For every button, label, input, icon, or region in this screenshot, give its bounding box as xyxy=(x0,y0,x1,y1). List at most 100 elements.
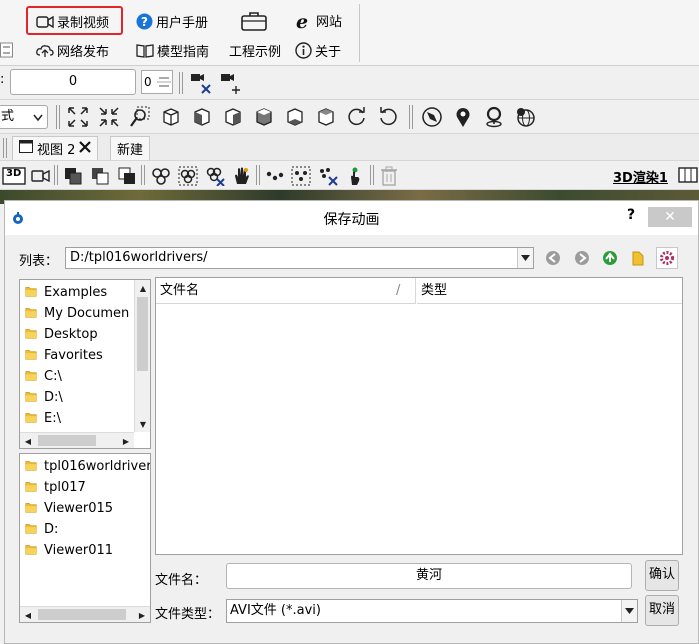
up-folder-icon[interactable] xyxy=(599,247,621,269)
list-item[interactable]: Examples xyxy=(24,282,107,303)
list-item-label: My Documen xyxy=(44,306,130,321)
node-group-icon[interactable] xyxy=(150,165,172,187)
scroll-left-icon[interactable]: ◀ xyxy=(20,607,36,622)
record-video-button[interactable]: 录制视频 xyxy=(36,12,109,31)
back-arrow-icon[interactable] xyxy=(542,247,564,269)
filetype-select[interactable]: AVI文件 (*.avi) xyxy=(226,599,638,623)
cube-side-icon[interactable] xyxy=(191,106,213,128)
folder-icon xyxy=(24,348,38,364)
list-item[interactable]: tpl016worldriver xyxy=(24,456,150,477)
hand-pick-icon[interactable] xyxy=(230,165,252,187)
trash-icon[interactable] xyxy=(378,165,400,187)
scroll-right-icon[interactable]: ▶ xyxy=(134,607,150,622)
about-button[interactable]: 关于 xyxy=(295,41,341,60)
forward-arrow-icon[interactable] xyxy=(571,247,593,269)
places-pane[interactable]: Examples My Documen Desktop Favorites C:\ D:\… xyxy=(19,279,151,449)
points-select-icon[interactable] xyxy=(290,165,312,187)
ok-button[interactable]: 确认 xyxy=(645,560,679,591)
camera-add-icon[interactable] xyxy=(220,72,242,94)
file-list[interactable]: 文件名 / 类型 xyxy=(155,277,683,555)
scroll-right-icon[interactable]: ▶ xyxy=(118,433,134,448)
chevron-down-icon[interactable] xyxy=(621,600,637,622)
list-item[interactable]: tpl017 xyxy=(24,477,86,498)
panel-toggle-icon[interactable] xyxy=(677,164,699,186)
help-button[interactable]: ? xyxy=(627,207,635,223)
scroll-down-icon[interactable]: ▼ xyxy=(135,416,150,432)
places-vscrollbar[interactable]: ▲ ▼ xyxy=(134,280,150,432)
column-filename[interactable]: 文件名 / xyxy=(156,278,416,304)
cube-back-icon[interactable] xyxy=(253,106,275,128)
list-item[interactable]: Viewer011 xyxy=(24,540,113,561)
layer-outline-icon[interactable] xyxy=(89,165,111,187)
user-manual-button[interactable]: ? 用户手册 xyxy=(136,12,208,31)
cube-front-icon[interactable] xyxy=(160,106,182,128)
layer-stack-icon[interactable] xyxy=(62,165,84,187)
tab-view2[interactable]: 视图 2 xyxy=(12,136,99,160)
history-pane[interactable]: tpl016worldriver tpl017 Viewer015 D: Viewer0… xyxy=(19,453,151,623)
places-hscrollbar[interactable]: ◀ ▶ xyxy=(20,432,134,448)
new-folder-icon[interactable] xyxy=(627,247,649,269)
rotate-ccw-icon[interactable] xyxy=(377,106,399,128)
list-item[interactable]: D:\ xyxy=(24,387,63,408)
video-camera-icon[interactable] xyxy=(30,165,52,187)
3d-badge-label: 3D xyxy=(6,168,22,179)
layer-front-icon[interactable] xyxy=(116,165,138,187)
cube-top-icon[interactable] xyxy=(315,106,337,128)
filename-input[interactable]: 黄河 xyxy=(226,563,632,589)
pin-ring-icon[interactable] xyxy=(483,106,505,128)
ribbon-left-stepper[interactable] xyxy=(0,42,14,58)
fit-all-icon[interactable] xyxy=(67,106,89,128)
list-item[interactable]: Viewer015 xyxy=(24,498,113,519)
help-circle-icon: ? xyxy=(136,13,153,30)
settings-gear-icon[interactable] xyxy=(656,247,678,269)
scroll-thumb[interactable] xyxy=(38,609,126,620)
scroll-up-icon[interactable]: ▲ xyxy=(135,280,150,296)
mode-select[interactable]: 式 xyxy=(0,105,48,129)
briefcase-button[interactable] xyxy=(241,11,267,31)
list-item[interactable]: D: xyxy=(24,519,58,540)
small-stepper[interactable]: 0 xyxy=(141,70,173,94)
dialog-close-button[interactable]: ✕ xyxy=(648,207,692,227)
list-item[interactable]: Desktop xyxy=(24,324,98,345)
3d-view-button[interactable]: 3D xyxy=(2,165,26,187)
globe-pin-icon[interactable] xyxy=(514,106,536,128)
cube-right-icon[interactable] xyxy=(222,106,244,128)
history-hscrollbar[interactable]: ◀ ▶ xyxy=(20,606,150,622)
render-3d-link[interactable]: 3D渲染1 xyxy=(613,167,668,186)
tab-new[interactable]: 新建 xyxy=(110,136,151,160)
scroll-thumb[interactable] xyxy=(38,435,96,446)
compass-icon[interactable] xyxy=(421,106,443,128)
value-input[interactable]: 0 xyxy=(10,69,136,95)
cancel-button[interactable]: 取消 xyxy=(645,595,679,626)
points-icon[interactable] xyxy=(264,165,286,187)
folder-icon xyxy=(24,543,38,559)
scroll-thumb[interactable] xyxy=(137,297,148,371)
network-publish-button[interactable]: 网络发布 xyxy=(36,41,109,60)
path-combo[interactable]: D:/tpl016worldrivers/ xyxy=(65,247,534,269)
zoom-window-icon[interactable] xyxy=(129,106,151,128)
list-item[interactable]: E:\ xyxy=(24,408,61,429)
chevron-down-icon[interactable] xyxy=(517,248,533,268)
folder-icon xyxy=(24,327,38,343)
map-pin-icon[interactable] xyxy=(452,106,474,128)
list-item-label: D:\ xyxy=(44,390,63,405)
scroll-left-icon[interactable]: ◀ xyxy=(20,433,36,448)
model-guide-button[interactable]: 模型指南 xyxy=(136,41,209,60)
cube-bottom-icon[interactable] xyxy=(284,106,306,128)
node-select-icon[interactable] xyxy=(177,165,199,187)
engineering-examples-button[interactable]: 工程示例 xyxy=(229,41,281,60)
column-type[interactable]: 类型 xyxy=(417,278,682,304)
website-button[interactable]: e 网站 xyxy=(295,11,342,31)
rotate-cw-icon[interactable] xyxy=(346,106,368,128)
list-item[interactable]: C:\ xyxy=(24,366,62,387)
list-item[interactable]: My Documen xyxy=(24,303,129,324)
shrink-icon[interactable] xyxy=(98,106,120,128)
point-pick-icon[interactable] xyxy=(344,165,366,187)
points-cancel-icon[interactable] xyxy=(317,165,339,187)
node-cancel-icon[interactable] xyxy=(204,165,226,187)
toolbar-grip xyxy=(256,165,260,185)
list-item[interactable]: Favorites xyxy=(24,345,103,366)
camera-tool-icon[interactable] xyxy=(190,72,212,94)
close-icon[interactable] xyxy=(79,140,92,157)
list-item-label: Desktop xyxy=(44,327,98,342)
